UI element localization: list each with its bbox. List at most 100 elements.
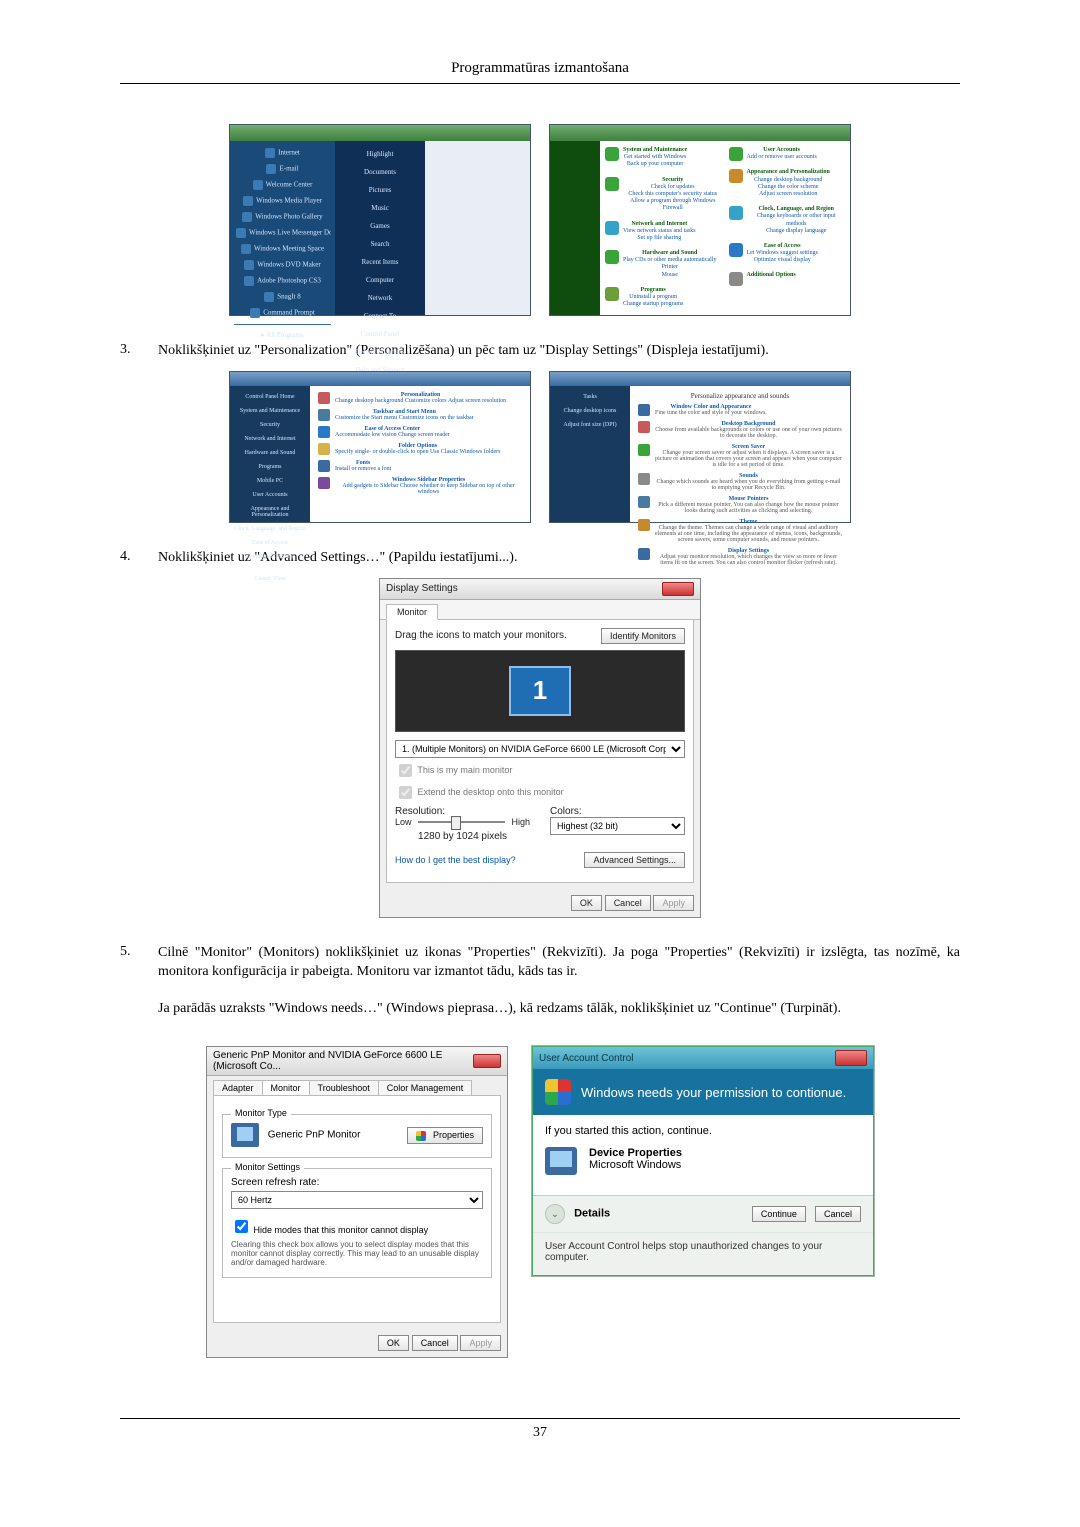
start-menu-right-item[interactable]: Pictures xyxy=(339,181,421,199)
side-link[interactable]: Hardware and Sound xyxy=(234,446,306,460)
cancel-button[interactable]: Cancel xyxy=(815,1206,861,1222)
control-panel-category[interactable]: System and MaintenanceGet started with W… xyxy=(605,147,723,169)
start-menu-item[interactable]: Windows Photo Gallery xyxy=(234,209,331,225)
side-link[interactable]: Tasks xyxy=(554,390,626,404)
control-panel-category[interactable]: Ease of AccessLet Windows suggest settin… xyxy=(729,243,847,265)
apply-button[interactable]: Apply xyxy=(653,895,694,911)
hide-modes-checkbox[interactable]: Hide modes that this monitor cannot disp… xyxy=(231,1217,483,1236)
personalization-item[interactable]: SoundsChange which sounds are heard when… xyxy=(638,473,842,491)
side-link[interactable]: Change desktop icons xyxy=(554,404,626,418)
ok-button[interactable]: OK xyxy=(378,1335,409,1351)
start-menu-right-item[interactable]: Control Panel xyxy=(339,325,421,343)
side-link[interactable]: Network and Internet xyxy=(234,432,306,446)
start-menu-right-item[interactable]: Documents xyxy=(339,163,421,181)
start-menu-item[interactable]: Adobe Photoshop CS3 xyxy=(234,273,331,289)
help-link[interactable]: How do I get the best display? xyxy=(395,855,516,865)
side-link[interactable]: Security xyxy=(234,418,306,432)
start-menu-item[interactable]: SnagIt 8 xyxy=(234,289,331,305)
control-panel-category[interactable]: Network and InternetView network status … xyxy=(605,221,723,243)
personalization-item[interactable]: Window Color and AppearanceFine tune the… xyxy=(638,404,842,416)
apply-button[interactable]: Apply xyxy=(460,1335,501,1351)
side-link[interactable]: System and Maintenance xyxy=(234,404,306,418)
shield-icon xyxy=(545,1079,571,1105)
personalization-item[interactable]: Display SettingsAdjust your monitor reso… xyxy=(638,548,842,566)
side-link[interactable]: Adjust font size (DPI) xyxy=(554,418,626,432)
control-panel-category[interactable]: Appearance and PersonalizationChange des… xyxy=(729,169,847,198)
start-menu-item[interactable]: Windows Media Player xyxy=(234,193,331,209)
monitor-select[interactable]: 1. (Multiple Monitors) on NVIDIA GeForce… xyxy=(395,740,685,758)
start-menu-right-item[interactable]: Connect To xyxy=(339,307,421,325)
details-toggle[interactable]: Details xyxy=(574,1208,610,1220)
start-menu-right-column: HighlightDocumentsPicturesMusicGamesSear… xyxy=(335,141,425,315)
start-menu-item[interactable]: Internet xyxy=(234,145,331,161)
side-link[interactable] xyxy=(234,564,306,572)
monitor-settings-group: Monitor Settings xyxy=(231,1162,304,1172)
start-menu-right-item[interactable]: Highlight xyxy=(339,145,421,163)
monitor-1-icon[interactable]: 1 xyxy=(509,666,571,716)
colors-label: Colors: xyxy=(550,806,685,817)
appearance-item[interactable]: Windows Sidebar PropertiesAdd gadgets to… xyxy=(318,477,522,495)
tab-monitor[interactable]: Monitor xyxy=(262,1080,310,1095)
appearance-item[interactable]: FontsInstall or remove a font xyxy=(318,460,522,472)
control-panel-category[interactable]: Hardware and SoundPlay CDs or other medi… xyxy=(605,250,723,279)
start-menu-right-item[interactable]: Recent Items xyxy=(339,253,421,271)
side-link[interactable]: Classic View xyxy=(234,572,306,586)
resolution-slider[interactable]: Low High xyxy=(395,817,530,827)
personalization-item[interactable]: Desktop BackgroundChoose from available … xyxy=(638,421,842,439)
colors-select[interactable]: Highest (32 bit) xyxy=(550,817,685,835)
side-link[interactable]: Mobile PC xyxy=(234,474,306,488)
control-panel-category[interactable]: User AccountsAdd or remove user accounts xyxy=(729,147,847,161)
control-panel-category[interactable]: Additional Options xyxy=(729,272,847,286)
cancel-button[interactable]: Cancel xyxy=(412,1335,458,1351)
close-icon[interactable] xyxy=(473,1054,501,1068)
start-menu-right-item[interactable]: Search xyxy=(339,235,421,253)
tab-monitor[interactable]: Monitor xyxy=(386,604,438,620)
start-menu-right-item[interactable]: Network xyxy=(339,289,421,307)
personalization-item[interactable]: ThemeChange the theme. Themes can change… xyxy=(638,519,842,543)
start-menu-item[interactable]: Windows DVD Maker xyxy=(234,257,331,273)
start-menu-right-item[interactable]: Music xyxy=(339,199,421,217)
advanced-settings-button[interactable]: Advanced Settings... xyxy=(584,852,685,868)
side-link[interactable]: Clock, Language, and Region xyxy=(234,522,306,536)
side-link[interactable]: Appearance and Personalization xyxy=(234,502,306,522)
monitor-type-value: Generic PnP Monitor xyxy=(268,1130,361,1141)
identify-monitors-button[interactable]: Identify Monitors xyxy=(601,628,685,644)
all-programs[interactable]: ▸ All Programs xyxy=(234,328,331,342)
close-icon[interactable] xyxy=(835,1050,867,1066)
start-menu-right-item[interactable]: Computer xyxy=(339,271,421,289)
control-panel-category[interactable]: Clock, Language, and RegionChange keyboa… xyxy=(729,206,847,235)
monitor-icon xyxy=(545,1147,577,1175)
tab-adapter[interactable]: Adapter xyxy=(213,1080,263,1095)
appearance-item[interactable]: Folder OptionsSpecify single- or double-… xyxy=(318,443,522,455)
start-menu-item[interactable]: Command Prompt xyxy=(234,305,331,321)
appearance-item[interactable]: PersonalizationChange desktop background… xyxy=(318,392,522,404)
side-link[interactable]: User Accounts xyxy=(234,488,306,502)
personalization-item[interactable]: Screen SaverChange your screen saver or … xyxy=(638,444,842,468)
start-menu-item[interactable]: Windows Meeting Space xyxy=(234,241,331,257)
cancel-button[interactable]: Cancel xyxy=(605,895,651,911)
start-menu-item[interactable]: Welcome Center xyxy=(234,177,331,193)
personalization-item[interactable]: Mouse PointersPick a different mouse poi… xyxy=(638,496,842,514)
side-link[interactable]: Control Panel Home xyxy=(234,390,306,404)
appearance-item[interactable]: Ease of Access CenterAccommodate low vis… xyxy=(318,426,522,438)
chevron-down-icon[interactable]: ⌄ xyxy=(545,1204,565,1224)
monitor-arrangement[interactable]: 1 xyxy=(395,650,685,732)
refresh-rate-select[interactable]: 60 Hertz xyxy=(231,1191,483,1209)
start-menu-item[interactable]: E-mail xyxy=(234,161,331,177)
appearance-item[interactable]: Taskbar and Start MenuCustomize the Star… xyxy=(318,409,522,421)
continue-button[interactable]: Continue xyxy=(752,1206,806,1222)
start-menu-right-item[interactable]: Default Programs xyxy=(339,343,421,361)
control-panel-category[interactable]: SecurityCheck for updatesCheck this comp… xyxy=(605,177,723,213)
properties-button[interactable]: Properties xyxy=(407,1127,483,1144)
tab-color-management[interactable]: Color Management xyxy=(378,1080,473,1095)
side-link[interactable]: Programs xyxy=(234,460,306,474)
start-menu-item[interactable]: Windows Live Messenger Download xyxy=(234,225,331,241)
tab-troubleshoot[interactable]: Troubleshoot xyxy=(309,1080,379,1095)
start-menu-right-item[interactable]: Games xyxy=(339,217,421,235)
close-icon[interactable] xyxy=(662,582,694,596)
side-link[interactable]: Additional Options xyxy=(234,550,306,564)
step-text-a: Cilnē "Monitor" (Monitors) noklikšķiniet… xyxy=(158,944,960,982)
control-panel-category[interactable]: ProgramsUninstall a programChange startu… xyxy=(605,287,723,309)
side-link[interactable]: Ease of Access xyxy=(234,536,306,550)
ok-button[interactable]: OK xyxy=(571,895,602,911)
